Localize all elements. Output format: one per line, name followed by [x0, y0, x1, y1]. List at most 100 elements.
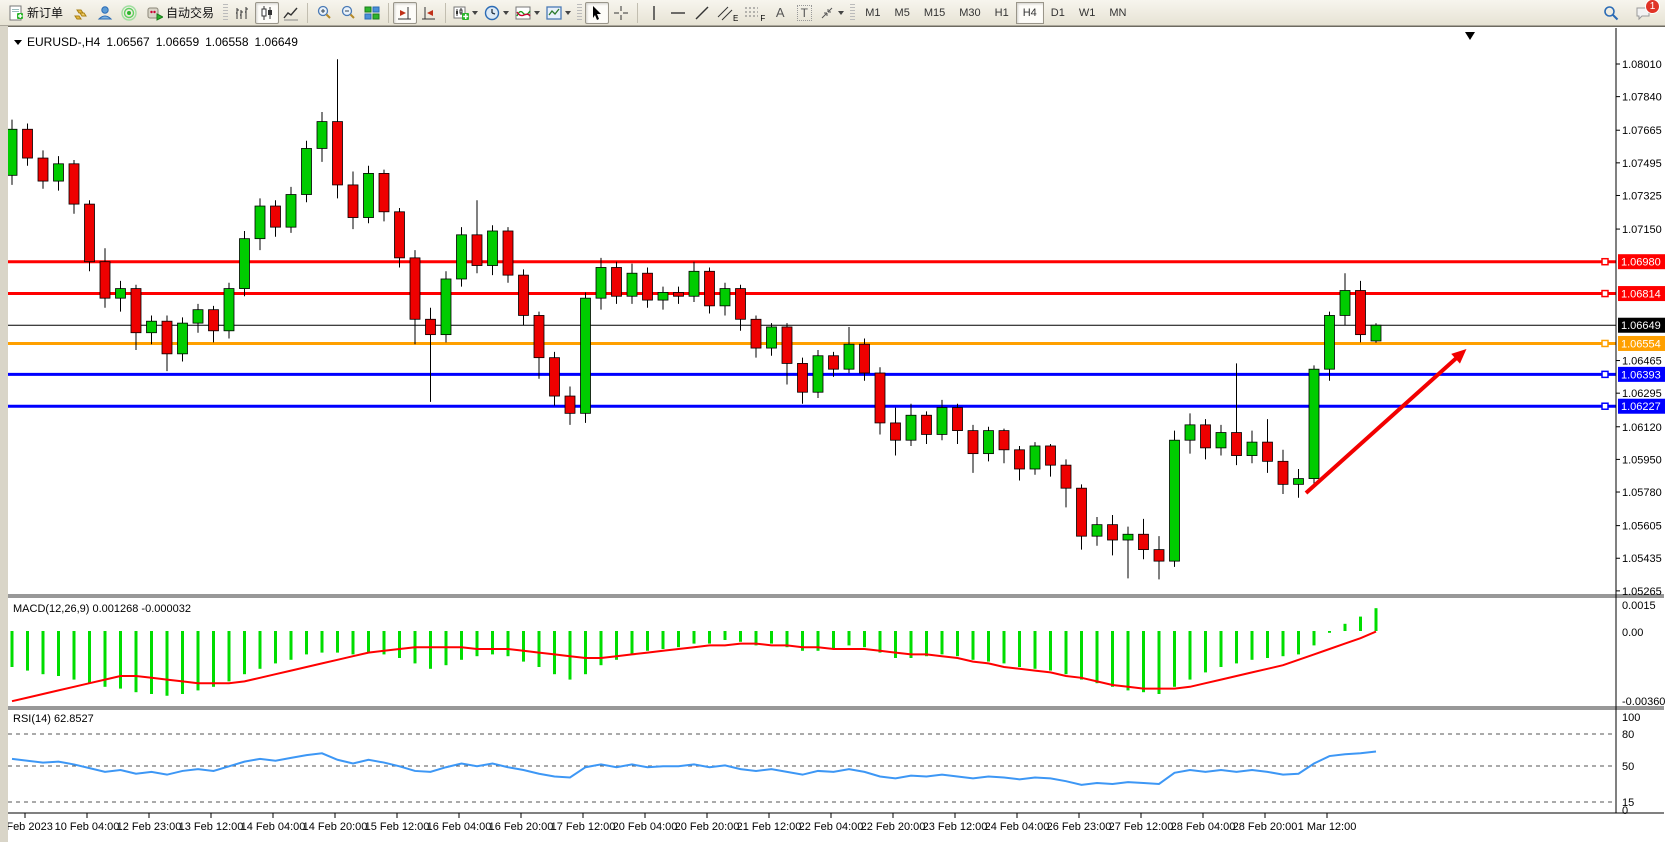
candle-body — [23, 129, 33, 158]
price-axis-tick-label: 1.07495 — [1622, 158, 1662, 170]
macd-values: 0.001268 -0.000032 — [92, 603, 190, 615]
cursor-arrow-icon — [589, 5, 605, 21]
line-chart-button[interactable] — [279, 2, 303, 24]
label-tool-button[interactable]: T — [792, 2, 816, 24]
rsi-label: RSI(14) 62.8527 — [13, 713, 94, 725]
zoom-in-button[interactable] — [312, 2, 336, 24]
candle-body — [1030, 446, 1040, 469]
candle-body — [503, 231, 513, 275]
timeframe-button-m15[interactable]: M15 — [917, 2, 952, 24]
timeframe-button-m30[interactable]: M30 — [952, 2, 987, 24]
search-button[interactable] — [1599, 2, 1623, 24]
vertical-line-button[interactable] — [642, 2, 666, 24]
text-tool-button[interactable]: A — [768, 2, 792, 24]
candle-body — [1201, 425, 1211, 448]
candle-body — [162, 321, 172, 354]
market-depth-button[interactable] — [69, 2, 93, 24]
time-axis-label: 20 Feb 20:00 — [675, 821, 740, 833]
timeframe-button-m1[interactable]: M1 — [858, 2, 887, 24]
candle-body — [550, 358, 560, 396]
toolbar-grip3[interactable] — [850, 4, 855, 22]
level-line-anchor[interactable] — [1602, 259, 1608, 265]
timeframe-button-w1[interactable]: W1 — [1072, 2, 1103, 24]
indicators-icon — [515, 5, 531, 21]
candle-body — [395, 212, 405, 258]
candle-body — [178, 323, 188, 354]
time-axis-label: 15 Feb 12:00 — [365, 821, 430, 833]
channel-button[interactable]: E — [714, 2, 741, 24]
candle-body — [813, 356, 823, 392]
fibonacci-button[interactable]: F — [741, 2, 768, 24]
bar-chart-button[interactable] — [231, 2, 255, 24]
toolbar-grip2[interactable] — [577, 4, 582, 22]
candle-body — [798, 363, 808, 392]
timeframe-button-h1[interactable]: H1 — [988, 2, 1016, 24]
candle-body — [1170, 440, 1180, 561]
zoom-out-button[interactable] — [336, 2, 360, 24]
crosshair-button[interactable] — [609, 2, 633, 24]
auto-scroll-button[interactable] — [417, 2, 441, 24]
macd-label: MACD(12,26,9) 0.001268 -0.000032 — [13, 603, 191, 615]
price-axis-tick-label: 1.05780 — [1622, 487, 1662, 499]
signals-button[interactable] — [117, 2, 141, 24]
chart-canvas[interactable]: 1.080101.078401.076651.074951.073251.071… — [8, 27, 1665, 842]
auto-scroll-icon — [421, 5, 437, 21]
toolbar-grip[interactable] — [223, 4, 228, 22]
community-button[interactable] — [93, 2, 117, 24]
time-axis-label: 16 Feb 20:00 — [489, 821, 554, 833]
candle-body — [193, 310, 203, 323]
level-line-anchor[interactable] — [1602, 403, 1608, 409]
price-axis-tick-label: 1.06295 — [1622, 388, 1662, 400]
price-badge-label: 1.06980 — [1621, 257, 1661, 269]
notifications-button[interactable]: 1 — [1631, 2, 1655, 24]
new-chart-button[interactable] — [450, 2, 481, 24]
period-button[interactable] — [481, 2, 512, 24]
rsi-axis-label: 0 — [1622, 805, 1628, 817]
symbol-dropdown-icon[interactable] — [14, 40, 22, 45]
trendline-button[interactable] — [690, 2, 714, 24]
rsi-value: 62.8527 — [54, 713, 94, 725]
auto-trading-button[interactable]: 自动交易 — [141, 2, 220, 24]
price-axis-tick-label: 1.05435 — [1622, 553, 1662, 565]
period-dropdown-arrow[interactable] — [503, 11, 509, 15]
level-line-anchor[interactable] — [1602, 291, 1608, 297]
candle-body — [147, 321, 157, 333]
level-line-anchor[interactable] — [1602, 371, 1608, 377]
cursor-button[interactable] — [585, 2, 609, 24]
candle-body — [1061, 465, 1071, 488]
indicators-dropdown-arrow[interactable] — [534, 11, 540, 15]
mt4-window: { "toolbar": { "new_order_label": "新订单",… — [0, 0, 1665, 842]
candle-body — [317, 122, 327, 149]
ohlc-high: 1.06659 — [156, 35, 199, 49]
ohlc-low: 1.06558 — [205, 35, 248, 49]
templates-button[interactable] — [543, 2, 574, 24]
new-order-button[interactable]: 新订单 — [2, 2, 69, 24]
level-line-anchor[interactable] — [1602, 340, 1608, 346]
timeframe-button-mn[interactable]: MN — [1102, 2, 1133, 24]
chart-window[interactable]: 1.080101.078401.076651.074951.073251.071… — [8, 26, 1665, 842]
candle-body — [1371, 325, 1381, 341]
vertical-line-icon — [646, 5, 662, 21]
horizontal-line-button[interactable] — [666, 2, 690, 24]
fibonacci-letter: F — [760, 14, 765, 23]
timeframe-button-d1[interactable]: D1 — [1044, 2, 1072, 24]
auto-trading-icon — [147, 5, 163, 21]
candle-body — [1077, 488, 1087, 536]
arrows-dropdown-arrow[interactable] — [838, 11, 844, 15]
timeframe-button-m5[interactable]: M5 — [888, 2, 917, 24]
candle-body — [1108, 525, 1118, 540]
price-axis-tick-label: 1.05950 — [1622, 454, 1662, 466]
chart-shift-button[interactable] — [393, 2, 417, 24]
tile-windows-button[interactable] — [360, 2, 384, 24]
candlestick-icon — [259, 5, 275, 21]
timeframe-button-h4[interactable]: H4 — [1016, 2, 1044, 24]
fibonacci-icon — [744, 5, 760, 21]
new-chart-dropdown-arrow[interactable] — [472, 11, 478, 15]
candle-body — [519, 275, 529, 315]
candle-body — [1015, 450, 1025, 469]
candlestick-chart-button[interactable] — [255, 2, 279, 24]
indicators-button[interactable] — [512, 2, 543, 24]
templates-dropdown-arrow[interactable] — [565, 11, 571, 15]
arrows-tool-button[interactable] — [816, 2, 847, 24]
time-axis-label: 14 Feb 20:00 — [303, 821, 368, 833]
